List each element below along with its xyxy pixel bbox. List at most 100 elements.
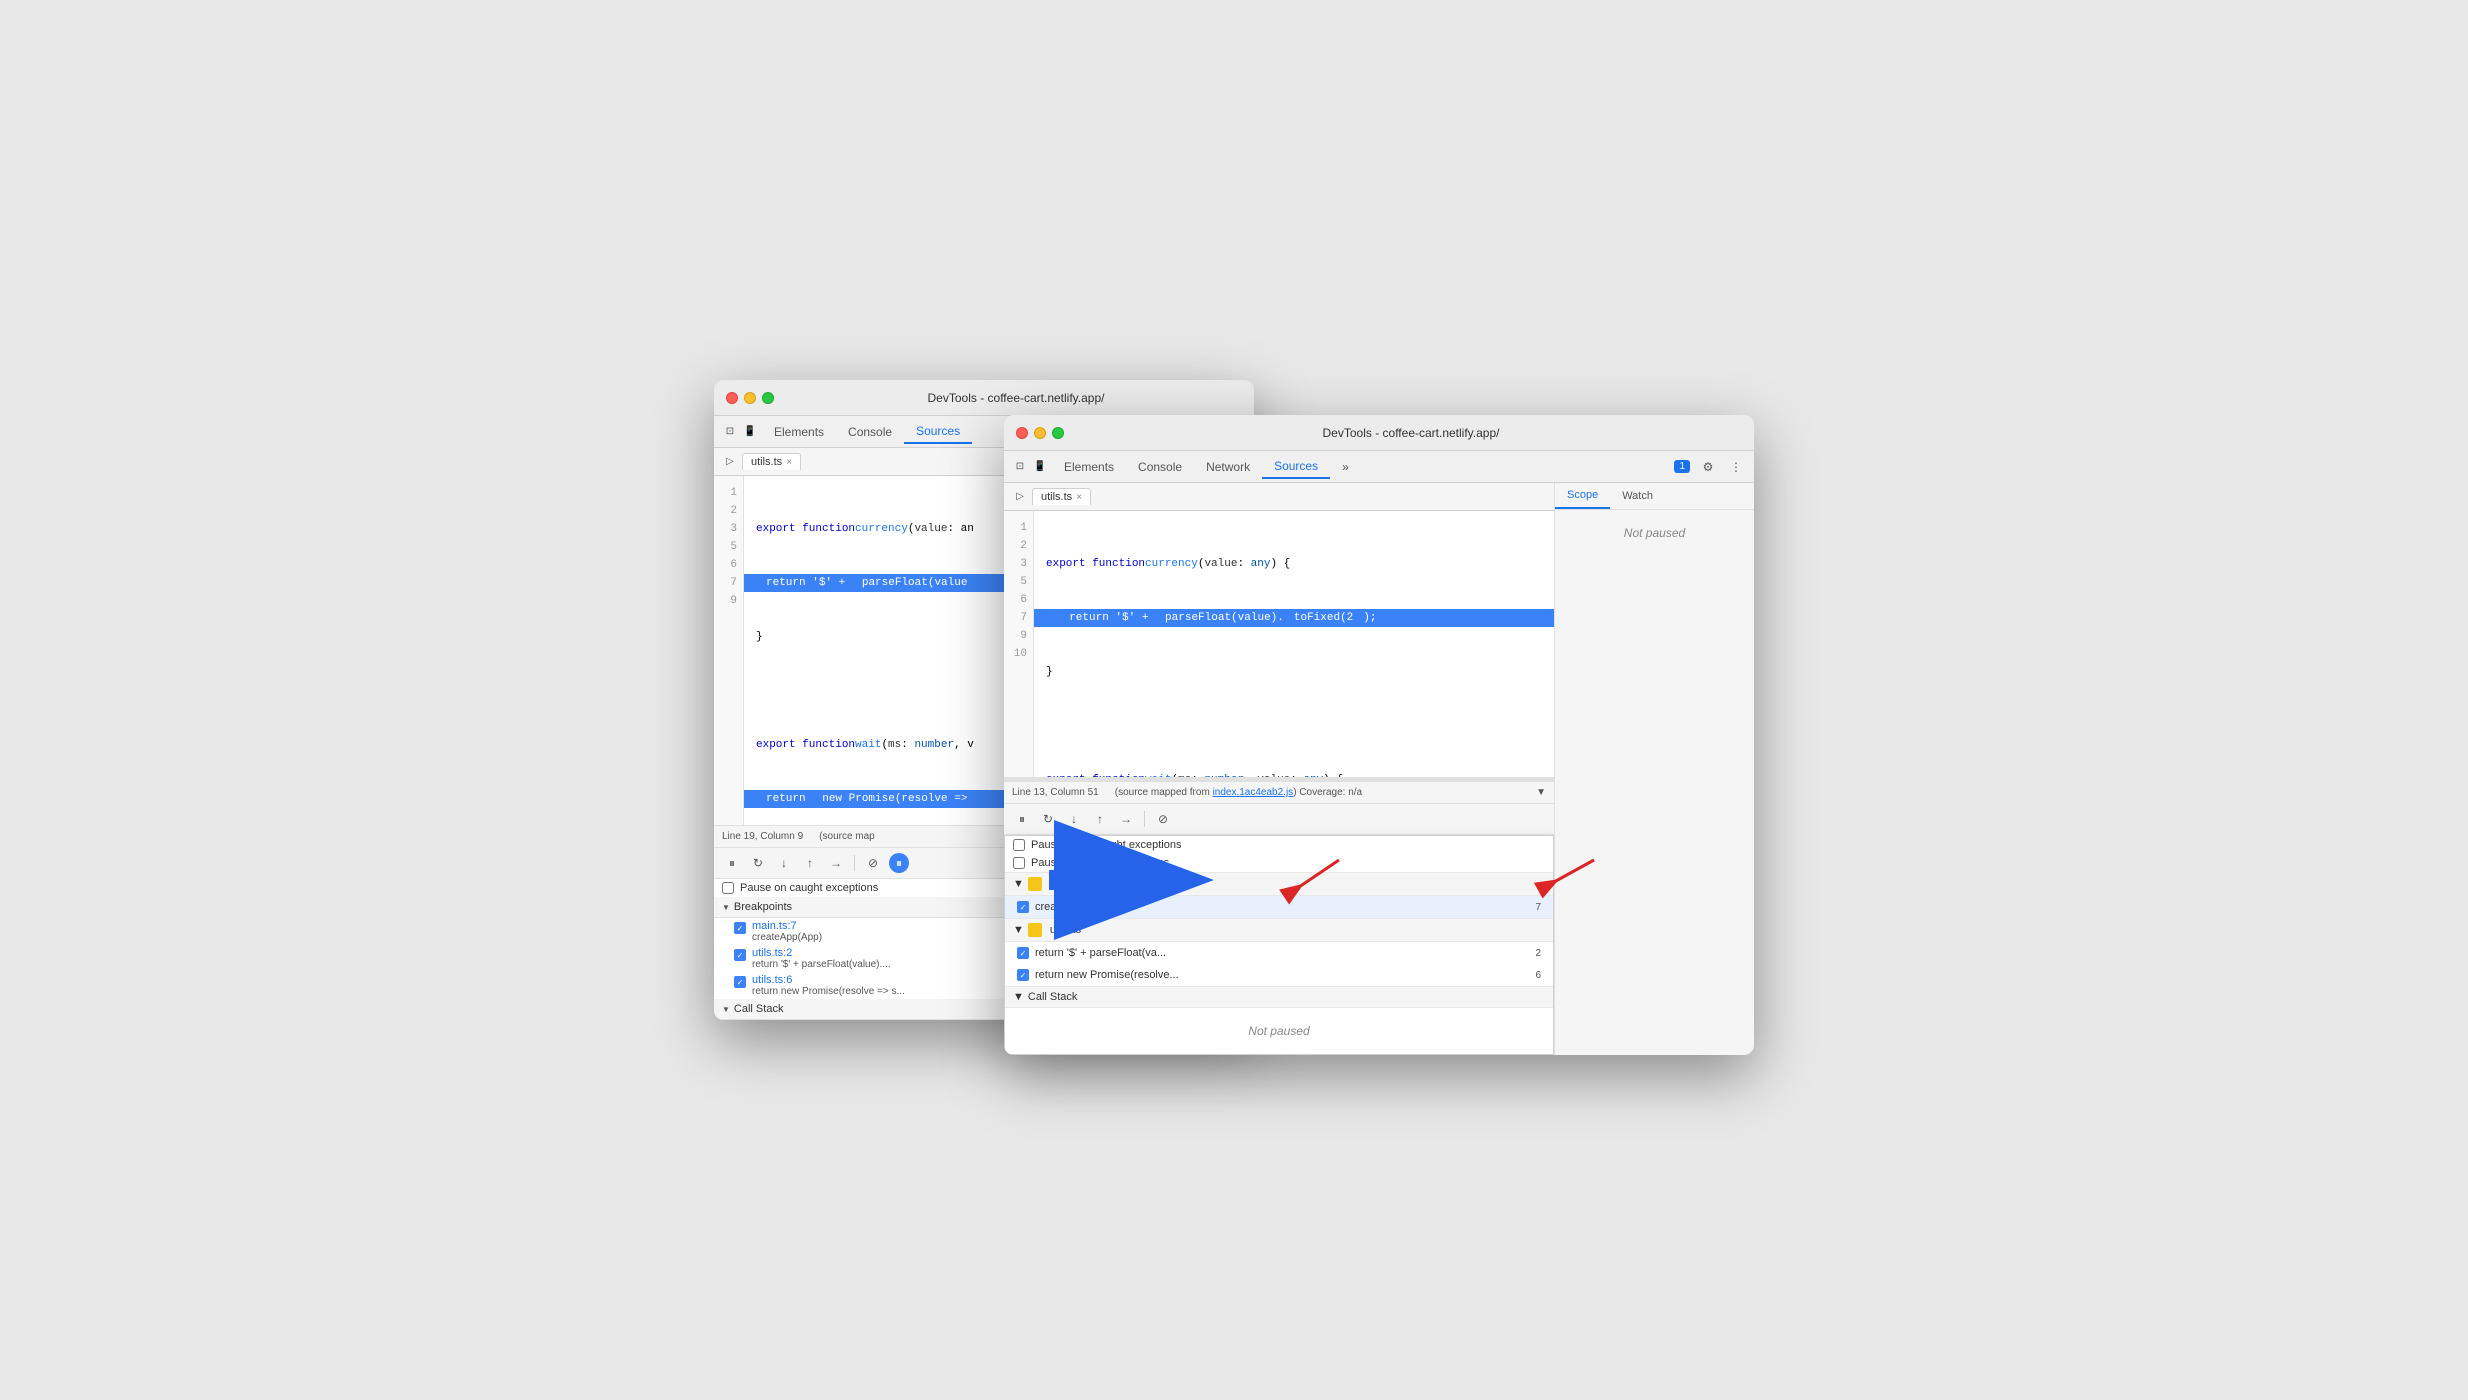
bp-info-1-bg: main.ts:7 createApp(App) <box>752 920 822 943</box>
window-title-fg: DevTools - coffee-cart.netlify.app/ <box>1080 426 1742 440</box>
call-stack-triangle-bg: ▼ <box>722 1005 730 1014</box>
pause-caught-checkbox-fg[interactable] <box>1013 857 1025 869</box>
tab-console-fg[interactable]: Console <box>1126 456 1194 478</box>
pause-uncaught-label: Pause on uncaught exceptions <box>1031 839 1181 851</box>
file-tab-utils-bg[interactable]: utils.ts × <box>742 453 801 470</box>
main-ts-icon <box>1028 877 1042 891</box>
step-next-btn-fg[interactable]: → <box>1116 809 1136 829</box>
title-bar-fg: DevTools - coffee-cart.netlify.app/ <box>1004 415 1754 451</box>
bp-check-createapp[interactable]: ✓ <box>1017 901 1029 913</box>
window-title-bg: DevTools - coffee-cart.netlify.app/ <box>790 391 1242 405</box>
file-tab-close-bg[interactable]: × <box>786 457 792 468</box>
utils-ts-icon <box>1028 923 1042 937</box>
device-icon-fg: 📱 <box>1032 459 1048 475</box>
line-numbers-bg: 1 2 3 5 6 7 9 <box>714 476 744 825</box>
tab-sources-fg[interactable]: Sources <box>1262 455 1330 479</box>
pause-btn-bg[interactable]: ⏸ <box>722 853 742 873</box>
file-tab-close-fg[interactable]: × <box>1076 492 1082 503</box>
watch-tab[interactable]: Watch <box>1610 484 1665 508</box>
tab-elements-fg[interactable]: Elements <box>1052 456 1126 478</box>
tab-actions-fg: 1 ⚙ ⋮ <box>1674 457 1746 477</box>
fg-code-line-3: } <box>1046 663 1542 681</box>
code-area-fg: 1 2 3 5 6 7 9 10 export function currenc… <box>1004 511 1554 777</box>
step-into-btn-bg[interactable]: ↓ <box>774 853 794 873</box>
status-source-map-fg: (source mapped from index.1ac4eab2.js) C… <box>1115 787 1362 798</box>
maximize-button-bg[interactable] <box>762 392 774 404</box>
step-out-btn-fg[interactable]: ↑ <box>1090 809 1110 829</box>
scope-tab[interactable]: Scope <box>1555 483 1610 509</box>
cursor-icon-bg: ⊡ <box>722 424 738 440</box>
close-button-fg[interactable] <box>1016 427 1028 439</box>
right-panel-fg: Scope Watch Not paused <box>1554 483 1754 1055</box>
dropdown-parsefloat-item[interactable]: ✓ return '$' + parseFloat(va... 2 <box>1005 942 1553 964</box>
maximize-button-fg[interactable] <box>1052 427 1064 439</box>
bp-check-1-bg[interactable]: ✓ <box>734 922 746 934</box>
minimize-button-bg[interactable] <box>744 392 756 404</box>
bp-code-3-bg: return new Promise(resolve => s... <box>752 986 905 997</box>
file-tab-bar-fg: ▷ utils.ts × <box>1004 483 1554 511</box>
tab-console-bg[interactable]: Console <box>836 421 904 443</box>
bp-code-2-bg: return '$' + parseFloat(value).... <box>752 959 891 970</box>
pause-caught-checkbox-bg[interactable] <box>722 882 734 894</box>
dropdown-utils-ts-label: utils.ts <box>1050 924 1081 936</box>
status-source-map-bg: (source map <box>819 831 875 842</box>
dropdown-createapp-label: createApp(App) <box>1035 901 1112 913</box>
bp-check-promise[interactable]: ✓ <box>1017 969 1029 981</box>
dropdown-main-ts-header[interactable]: ▼ main.ts <box>1005 872 1553 896</box>
close-button-bg[interactable] <box>726 392 738 404</box>
more-btn-fg[interactable]: ⋮ <box>1726 457 1746 477</box>
bp-info-2-bg: utils.ts:2 return '$' + parseFloat(value… <box>752 947 891 970</box>
bp-code-1-bg: createApp(App) <box>752 932 822 943</box>
status-position-bg: Line 19, Column 9 <box>722 831 803 842</box>
tab-sources-bg[interactable]: Sources <box>904 420 972 444</box>
code-content-fg: export function currency(value: any) { r… <box>1034 511 1554 777</box>
file-tab-label-fg: utils.ts <box>1041 491 1072 503</box>
messages-badge[interactable]: 1 <box>1674 460 1690 473</box>
minimize-button-fg[interactable] <box>1034 427 1046 439</box>
deactivate-btn-fg[interactable]: ⊘ <box>1153 809 1173 829</box>
pause-btn-fg[interactable]: ⏸ <box>1012 809 1032 829</box>
dropdown-callstack-label: Call Stack <box>1028 991 1078 1003</box>
traffic-lights-fg <box>1016 427 1064 439</box>
dropdown-main-ts-label: main.ts <box>1050 878 1085 890</box>
deactivate-btn-bg[interactable]: ⊘ <box>863 853 883 873</box>
pause-active-btn-bg[interactable]: ⏸ <box>889 853 909 873</box>
step-next-btn-bg[interactable]: → <box>826 853 846 873</box>
main-content-fg: ▷ utils.ts × 1 2 3 5 6 7 <box>1004 483 1754 1055</box>
step-into-btn-fg[interactable]: ↓ <box>1064 809 1084 829</box>
file-tab-utils-fg[interactable]: utils.ts × <box>1032 488 1091 505</box>
dropdown-triangle-callstack: ▼ <box>1013 991 1024 1003</box>
dropdown-parsefloat-num: 2 <box>1535 948 1541 959</box>
dropdown-createapp-item[interactable]: ✓ createApp(App) 7 <box>1005 896 1553 918</box>
devtools-window-foreground: DevTools - coffee-cart.netlify.app/ ⊡ 📱 … <box>1004 415 1754 1055</box>
status-position-fg: Line 13, Column 51 <box>1012 787 1099 798</box>
bp-check-2-bg[interactable]: ✓ <box>734 949 746 961</box>
bp-check-parsefloat[interactable]: ✓ <box>1017 947 1029 959</box>
tab-elements-bg[interactable]: Elements <box>762 421 836 443</box>
step-out-btn-bg[interactable]: ↑ <box>800 853 820 873</box>
tab-bar-fg: ⊡ 📱 Elements Console Network Sources » 1… <box>1004 451 1754 483</box>
toolbar-sep-bg <box>854 855 855 871</box>
scope-not-paused: Not paused <box>1555 510 1754 556</box>
source-map-link[interactable]: index.1ac4eab2.js <box>1213 787 1294 798</box>
dropdown-promise-item[interactable]: ✓ return new Promise(resolve... 6 <box>1005 964 1553 986</box>
settings-btn-fg[interactable]: ⚙ <box>1698 457 1718 477</box>
dropdown-utils-ts-header[interactable]: ▼ utils.ts <box>1005 918 1553 942</box>
dropdown-triangle-main: ▼ <box>1013 878 1024 890</box>
step-over-btn-fg[interactable]: ↻ <box>1038 809 1058 829</box>
play-icon-fg: ▷ <box>1012 489 1028 505</box>
pause-uncaught-checkbox[interactable] <box>1013 839 1025 851</box>
bp-file-3-bg: utils.ts:6 <box>752 974 905 986</box>
pause-uncaught-row: Pause on uncaught exceptions <box>1005 836 1553 854</box>
status-down-icon: ▼ <box>1536 787 1546 798</box>
tab-network-fg[interactable]: Network <box>1194 456 1262 478</box>
tab-more-fg[interactable]: » <box>1330 456 1361 478</box>
dropdown-parsefloat-label: return '$' + parseFloat(va... <box>1035 947 1166 959</box>
pause-caught-label-fg: Pause on caught exceptions <box>1031 857 1169 869</box>
bp-check-3-bg[interactable]: ✓ <box>734 976 746 988</box>
fg-code-line-4 <box>1046 717 1542 735</box>
bp-file-1-bg: main.ts:7 <box>752 920 822 932</box>
bp-file-2-bg: utils.ts:2 <box>752 947 891 959</box>
dropdown-callstack-header[interactable]: ▼ Call Stack <box>1005 986 1553 1008</box>
step-over-btn-bg[interactable]: ↻ <box>748 853 768 873</box>
